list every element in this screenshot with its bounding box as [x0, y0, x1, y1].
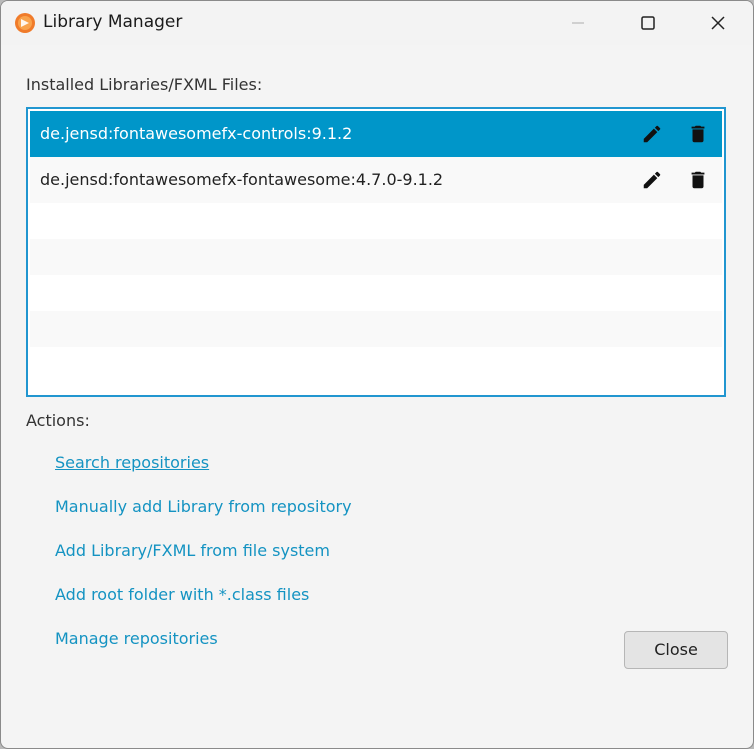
empty-row: [30, 347, 722, 383]
close-window-button[interactable]: [683, 1, 753, 45]
empty-row: [30, 275, 722, 311]
add-library-fxml-link[interactable]: Add Library/FXML from file system: [55, 541, 330, 560]
manage-repositories-link[interactable]: Manage repositories: [55, 629, 218, 648]
search-repositories-link[interactable]: Search repositories: [55, 453, 209, 472]
close-button[interactable]: Close: [624, 631, 728, 669]
maximize-button[interactable]: [613, 1, 683, 45]
add-root-folder-link[interactable]: Add root folder with *.class files: [55, 585, 309, 604]
close-icon: [711, 16, 725, 30]
app-logo-icon: [15, 13, 35, 33]
trash-icon[interactable]: [687, 169, 709, 191]
maximize-icon: [641, 16, 655, 30]
pencil-icon[interactable]: [641, 123, 663, 145]
minimize-button[interactable]: [543, 1, 613, 45]
trash-icon[interactable]: [687, 123, 709, 145]
empty-row: [30, 239, 722, 275]
minimize-icon: [572, 22, 584, 24]
library-row[interactable]: de.jensd:fontawesomefx-controls:9.1.2: [30, 111, 722, 157]
dialog-content: Installed Libraries/FXML Files: de.jensd…: [1, 45, 753, 748]
empty-row: [30, 203, 722, 239]
library-row[interactable]: de.jensd:fontawesomefx-fontawesome:4.7.0…: [30, 157, 722, 203]
installed-libraries-list[interactable]: de.jensd:fontawesomefx-controls:9.1.2 de…: [26, 107, 726, 397]
title-bar[interactable]: Library Manager: [1, 1, 753, 45]
pencil-icon[interactable]: [641, 169, 663, 191]
library-name: de.jensd:fontawesomefx-fontawesome:4.7.0…: [40, 170, 444, 189]
window-title: Library Manager: [43, 12, 183, 32]
actions-label: Actions:: [26, 411, 90, 430]
library-manager-window: Library Manager Installed Libraries/FXML…: [0, 0, 754, 749]
manually-add-library-link[interactable]: Manually add Library from repository: [55, 497, 352, 516]
library-name: de.jensd:fontawesomefx-controls:9.1.2: [40, 124, 353, 143]
empty-row: [30, 311, 722, 347]
installed-libraries-label: Installed Libraries/FXML Files:: [26, 75, 263, 94]
list-viewport: de.jensd:fontawesomefx-controls:9.1.2 de…: [30, 111, 722, 393]
